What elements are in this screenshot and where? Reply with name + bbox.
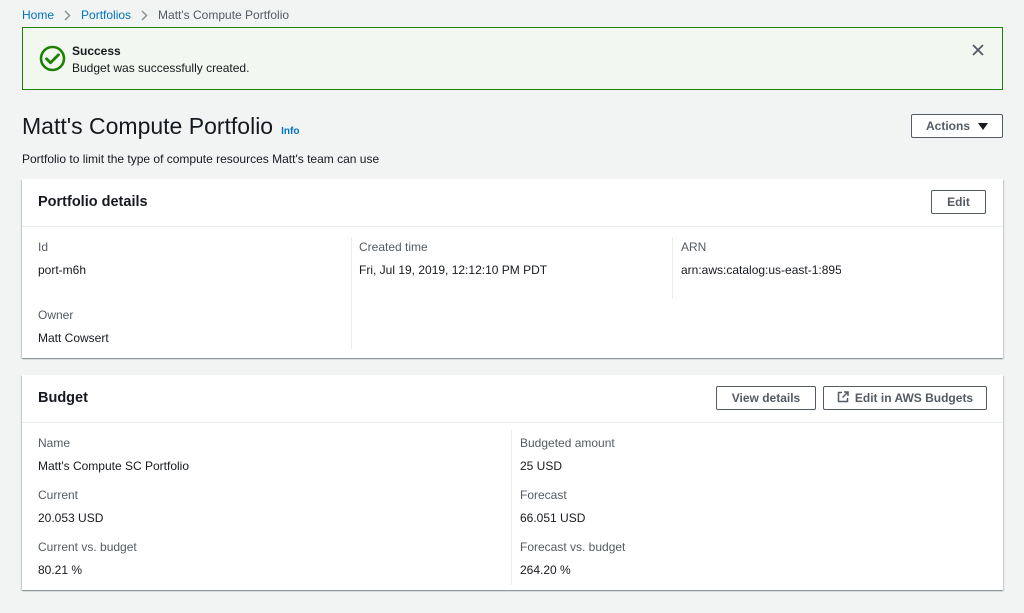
portfolio-details-title: Portfolio details <box>38 194 148 210</box>
created-time-label: Created time <box>359 240 428 254</box>
close-icon[interactable] <box>971 43 985 57</box>
edit-in-aws-budgets-button[interactable]: Edit in AWS Budgets <box>823 386 987 410</box>
forecast-value: 66.051 USD <box>520 511 586 525</box>
budget-name-label: Name <box>38 436 71 450</box>
budget-header: Budget View details Edit in AWS Budgets <box>22 375 1003 423</box>
budget-panel: Budget View details Edit in AWS Budgets … <box>22 375 1003 590</box>
current-vs-budget-label: Current vs. budget <box>38 540 137 554</box>
current-vs-budget-field: Current vs. budget 80.21 % <box>38 540 137 577</box>
owner-label: Owner <box>38 308 74 322</box>
current-label: Current <box>38 488 79 502</box>
budgeted-amount-value: 25 USD <box>520 459 563 473</box>
success-check-icon <box>39 45 66 72</box>
created-time-value: Fri, Jul 19, 2019, 12:12:10 PM PDT <box>359 263 548 277</box>
column-divider <box>672 237 673 299</box>
arn-value: arn:aws:catalog:us-east-1:8959 <box>681 263 841 277</box>
info-link[interactable]: Info <box>281 126 299 137</box>
forecast-vs-budget-label: Forecast vs. budget <box>520 540 626 554</box>
chevron-right-icon <box>141 9 148 21</box>
budget-name-value: Matt's Compute SC Portfolio <box>38 459 190 473</box>
forecast-vs-budget-value: 264.20 % <box>520 563 571 577</box>
column-divider <box>511 430 512 585</box>
caret-down-icon <box>978 122 988 130</box>
external-link-icon <box>837 390 849 406</box>
actions-label: Actions <box>925 119 970 133</box>
breadcrumb-current: Matt's Compute Portfolio <box>158 8 290 22</box>
id-label: Id <box>38 240 49 254</box>
forecast-field: Forecast 66.051 USD <box>520 488 585 525</box>
budgeted-amount-field: Budgeted amount 25 USD <box>520 436 615 473</box>
portfolio-description: Portfolio to limit the type of compute r… <box>22 152 380 166</box>
owner-field: Owner Matt Cowsert <box>38 308 109 345</box>
current-vs-budget-value: 80.21 % <box>38 563 83 577</box>
flash-message: Budget was successfully created. <box>72 61 250 75</box>
edit-in-aws-budgets-label: Edit in AWS Budgets <box>854 391 974 405</box>
success-flashbar: Success Budget was successfully created. <box>22 27 1003 90</box>
portfolio-details-header: Portfolio details Edit <box>22 179 1003 227</box>
budgeted-amount-label: Budgeted amount <box>520 436 615 450</box>
current-value: 20.053 USD <box>38 511 104 525</box>
id-field: Id port-m6h <box>38 240 86 277</box>
page-title-text: Matt's Compute Portfolio <box>22 113 274 139</box>
edit-button[interactable]: Edit <box>931 190 986 214</box>
breadcrumb: Home Portfolios Matt's Compute Portfolio <box>22 8 289 22</box>
breadcrumb-home-link[interactable]: Home <box>22 8 54 22</box>
arn-field: ARN arn:aws:catalog:us-east-1:8959 <box>681 240 841 277</box>
flash-title: Success <box>72 44 121 58</box>
forecast-vs-budget-field: Forecast vs. budget 264.20 % <box>520 540 625 577</box>
column-divider <box>351 237 352 349</box>
current-field: Current 20.053 USD <box>38 488 103 525</box>
arn-label: ARN <box>681 240 707 254</box>
portfolio-details-panel: Portfolio details Edit Id port-m6h Creat… <box>22 179 1003 358</box>
owner-value: Matt Cowsert <box>38 331 109 345</box>
id-value: port-m6h <box>38 263 87 277</box>
view-details-button[interactable]: View details <box>716 386 816 410</box>
budget-name-field: Name Matt's Compute SC Portfolio <box>38 436 189 473</box>
budget-title: Budget <box>38 390 88 406</box>
created-time-field: Created time Fri, Jul 19, 2019, 12:12:10… <box>359 240 547 277</box>
page-title: Matt's Compute Portfolio Info <box>22 113 299 140</box>
breadcrumb-portfolios-link[interactable]: Portfolios <box>81 8 131 22</box>
actions-dropdown-button[interactable]: Actions <box>911 114 1003 138</box>
chevron-right-icon <box>64 9 71 21</box>
forecast-label: Forecast <box>520 488 567 502</box>
